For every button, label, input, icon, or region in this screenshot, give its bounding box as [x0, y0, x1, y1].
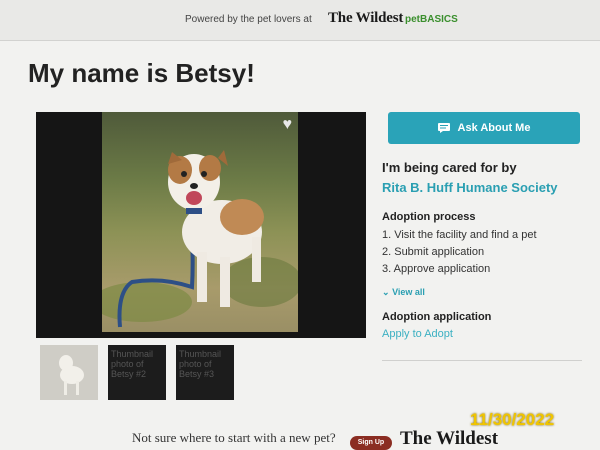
ask-about-me-button[interactable]: Ask About Me: [388, 112, 580, 144]
apply-to-adopt-link[interactable]: Apply to Adopt: [382, 328, 453, 340]
adoption-step: 3. Approve application: [382, 263, 491, 275]
main-photo-frame[interactable]: ♥: [36, 112, 366, 338]
footer-wildest-logo[interactable]: The Wildest: [400, 428, 498, 450]
organization-link[interactable]: Rita B. Huff Humane Society: [382, 180, 558, 195]
thumbnail-1[interactable]: [40, 345, 98, 400]
favorite-heart-icon[interactable]: ♥: [283, 116, 293, 134]
cared-for-heading: I'm being cared for by: [382, 160, 517, 175]
ask-about-me-label: Ask About Me: [457, 122, 531, 134]
adoption-steps-list: 1. Visit the facility and find a pet 2. …: [382, 229, 537, 280]
thumbnail-2[interactable]: Thumbnail photo of Betsy #2: [108, 345, 166, 400]
thumbnail-dog-image: [40, 345, 98, 400]
thumbnail-3[interactable]: Thumbnail photo of Betsy #3: [176, 345, 234, 400]
adoption-application-heading: Adoption application: [382, 311, 492, 323]
powered-by-text: Powered by the pet lovers at: [185, 14, 312, 25]
adoption-step: 1. Visit the facility and find a pet: [382, 229, 537, 241]
dog-illustration: [102, 150, 298, 328]
the-wildest-logo[interactable]: The Wildest: [328, 10, 403, 27]
newsletter-prompt: Not sure where to start with a new pet?: [132, 430, 336, 445]
browser-screen: Powered by the pet lovers at The Wildest…: [0, 0, 600, 450]
chevron-down-icon: ⌄: [382, 287, 390, 297]
adoption-step: 2. Submit application: [382, 246, 485, 258]
sidebar-divider: [382, 360, 582, 361]
view-all-link[interactable]: ⌄ View all: [382, 287, 425, 298]
top-banner: Powered by the pet lovers at The Wildest…: [0, 0, 600, 41]
chat-icon: [437, 123, 450, 133]
page-title: My name is Betsy!: [28, 58, 255, 88]
sign-up-button[interactable]: Sign Up: [350, 436, 392, 450]
adoption-process-heading: Adoption process: [382, 211, 476, 223]
petbasics-logo[interactable]: petBASICS: [405, 14, 458, 25]
view-all-label: View all: [392, 287, 425, 297]
pet-photo: ♥: [102, 112, 298, 332]
photo-date-stamp: 11/30/2022: [470, 410, 555, 429]
